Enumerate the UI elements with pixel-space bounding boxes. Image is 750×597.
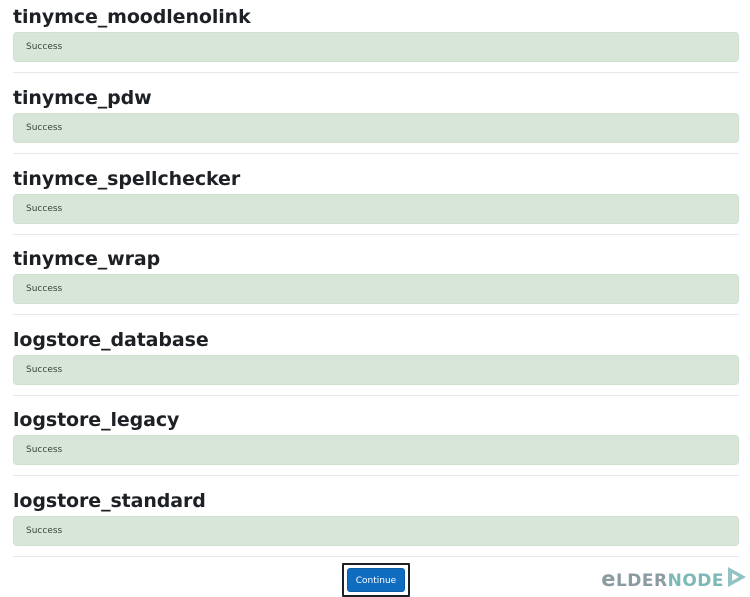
success-notice: Success	[13, 355, 739, 385]
success-notice: Success	[13, 32, 739, 62]
success-notice: Success	[13, 435, 739, 465]
logo-letter-e: e	[601, 567, 616, 591]
continue-button[interactable]: Continue	[347, 568, 405, 592]
success-notice: Success	[13, 516, 739, 546]
success-notice: Success	[13, 274, 739, 304]
logo-text: eldernode	[601, 567, 724, 591]
plugin-section: tinymce_moodlenolink Success	[13, 5, 739, 73]
plugin-section: tinymce_wrap Success	[13, 247, 739, 315]
plugin-title: tinymce_pdw	[13, 87, 152, 109]
plugin-section: tinymce_pdw Success	[13, 86, 739, 154]
section-divider	[13, 314, 739, 315]
plugin-title: tinymce_wrap	[13, 248, 161, 270]
plugin-title: tinymce_moodlenolink	[13, 6, 251, 28]
plugin-section: logstore_database Success	[13, 328, 739, 396]
plugin-title: logstore_database	[13, 329, 209, 351]
plugin-section: logstore_legacy Success	[13, 408, 739, 476]
success-notice: Success	[13, 113, 739, 143]
success-notice: Success	[13, 194, 739, 224]
section-divider	[13, 395, 739, 396]
plugin-section: logstore_standard Success	[13, 489, 739, 557]
plugin-title: logstore_legacy	[13, 409, 180, 431]
section-divider	[13, 153, 739, 154]
continue-button-focus-ring: Continue	[342, 563, 410, 597]
section-divider	[13, 72, 739, 73]
section-divider	[13, 556, 739, 557]
logo-text-lder: lder	[615, 571, 668, 591]
section-divider	[13, 475, 739, 476]
upgrade-results-page: tinymce_moodlenolink Success tinymce_pdw…	[0, 0, 750, 597]
section-divider	[13, 234, 739, 235]
plugin-title: logstore_standard	[13, 490, 206, 512]
logo-text-node: node	[667, 571, 724, 591]
plugin-section: tinymce_spellchecker Success	[13, 167, 739, 235]
plugin-title: tinymce_spellchecker	[13, 168, 241, 190]
play-arrow-icon	[726, 565, 748, 594]
eldernode-watermark-logo: eldernode	[601, 564, 748, 594]
